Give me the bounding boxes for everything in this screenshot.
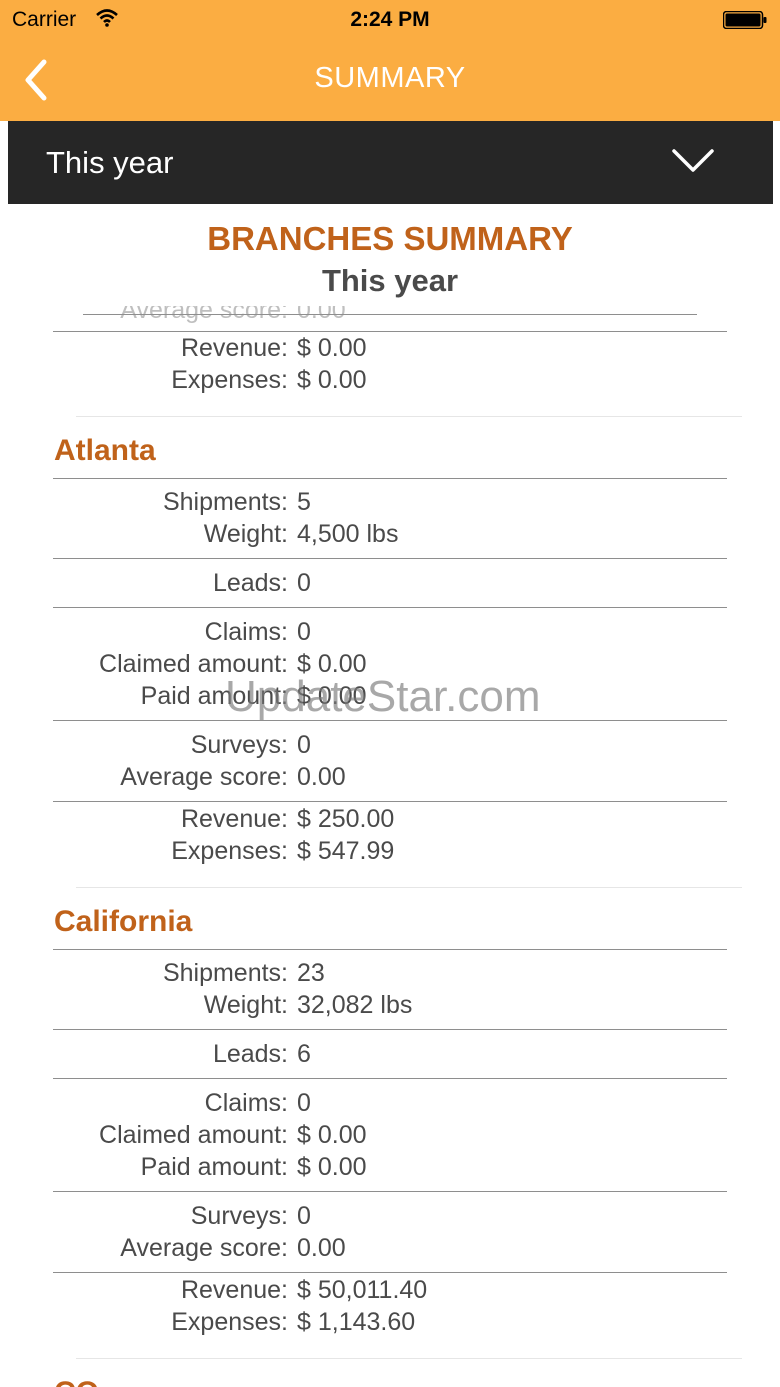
metric-row: Shipments: 23 (162, 959, 325, 987)
metric-row: Revenue: $ 0.00 (180, 334, 367, 362)
divider (53, 1191, 727, 1192)
metric-row: Expenses: $ 1,143.60 (171, 1308, 416, 1336)
clock: 2:24 PM (350, 8, 430, 31)
branch-separator (76, 416, 742, 417)
status-bar: Carrier 2:24 PM (0, 0, 780, 40)
period-selector[interactable]: This year (8, 121, 773, 204)
metric-row: Average score: 0.00 (120, 1234, 346, 1262)
metric-row: Revenue: $ 50,011.40 (180, 1276, 428, 1304)
metric-row: Average score: 0.00 (120, 306, 346, 324)
divider (53, 558, 727, 559)
divider (53, 801, 727, 802)
divider (53, 1029, 727, 1030)
metric-row: Leads: 0 (212, 569, 311, 597)
metric-row: Leads: 6 (212, 1040, 311, 1068)
metric-row: Paid amount: $ 0.00 (140, 1153, 367, 1181)
metric-row: Claimed amount: $ 0.00 (99, 650, 367, 678)
divider (53, 1078, 727, 1079)
metric-row: Expenses: $ 0.00 (171, 366, 367, 394)
branch-title: Atlanta (54, 434, 156, 467)
chevron-down-icon (672, 149, 714, 172)
metric-row: Surveys: 0 (190, 731, 311, 759)
branch-title: California (54, 905, 193, 938)
metric-row: Claims: 0 (204, 1089, 311, 1117)
branches-list[interactable]: Average score: 0.00 Revenue: $ 0.00 Expe… (0, 306, 780, 1387)
branch-title: CO (54, 1375, 99, 1387)
metric-row: Expenses: $ 547.99 (171, 837, 395, 865)
nav-title: SUMMARY (314, 62, 466, 94)
divider (53, 720, 727, 721)
branch-separator (76, 1358, 742, 1359)
metric-row: Claims: 0 (204, 618, 311, 646)
metric-row: Weight: 4,500 lbs (203, 520, 399, 548)
metric-row: Paid amount: $ 0.00 (140, 682, 367, 710)
report-title: BRANCHES SUMMARY (207, 220, 573, 257)
nav-bar: SUMMARY (0, 40, 780, 121)
divider (53, 949, 727, 950)
report-subtitle: This year (321, 263, 459, 298)
metric-row: Weight: 32,082 lbs (203, 991, 413, 1019)
metric-row: Shipments: 5 (162, 488, 311, 516)
battery-icon (723, 11, 767, 29)
divider (53, 607, 727, 608)
metric-row: Average score: 0.00 (120, 763, 346, 791)
divider (53, 1272, 727, 1273)
divider (83, 314, 697, 315)
metric-row: Claimed amount: $ 0.00 (99, 1121, 367, 1149)
branch-separator (76, 887, 742, 888)
divider (53, 478, 727, 479)
metric-row: Revenue: $ 250.00 (180, 805, 395, 833)
period-label: This year (46, 145, 174, 180)
metric-row: Surveys: 0 (190, 1202, 311, 1230)
